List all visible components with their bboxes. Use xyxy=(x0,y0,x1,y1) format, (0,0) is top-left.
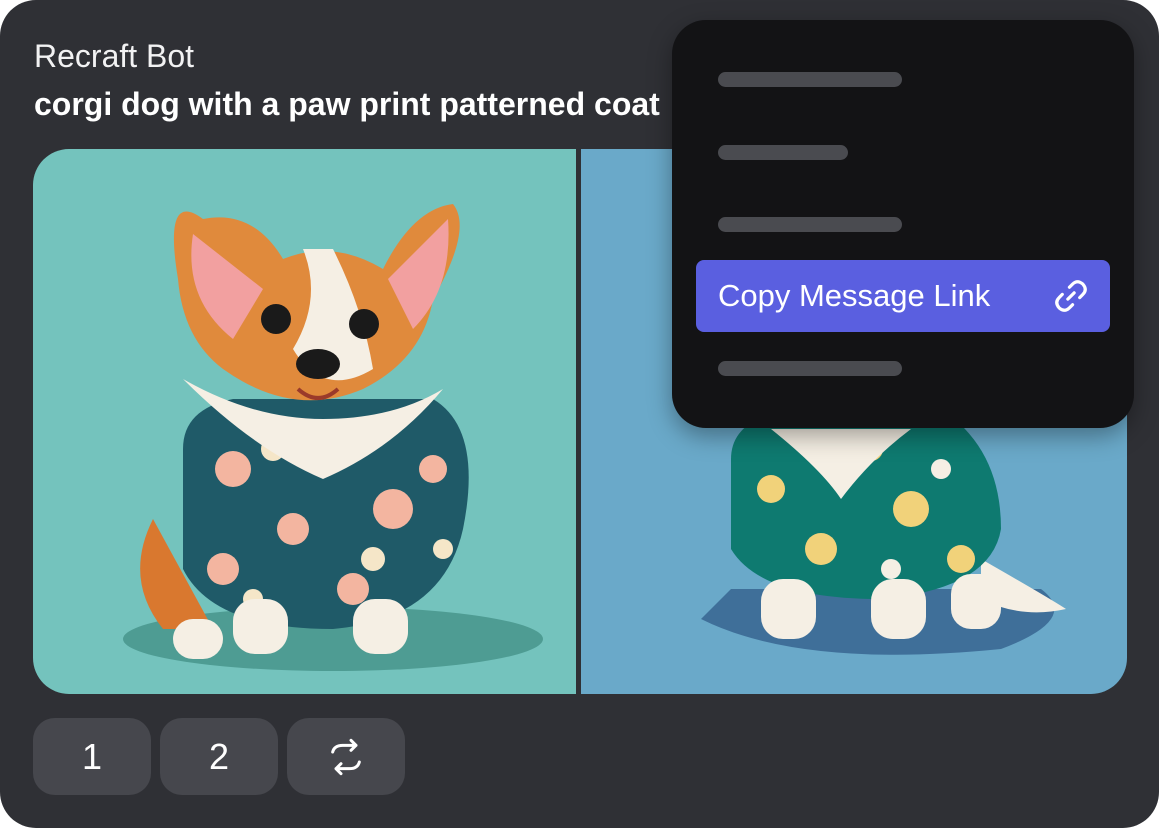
menu-item-placeholder[interactable] xyxy=(718,145,848,160)
message-card: Recraft Bot corgi dog with a paw print p… xyxy=(0,0,1159,828)
context-menu: Copy Message Link xyxy=(672,20,1134,428)
copy-message-link-item[interactable]: Copy Message Link xyxy=(696,260,1110,332)
author-name: Recraft Bot xyxy=(34,38,195,74)
variant-2-button[interactable]: 2 xyxy=(160,718,278,795)
generated-image-1[interactable] xyxy=(33,149,576,694)
prompt-text: corgi dog with a paw print patterned coa… xyxy=(34,86,660,122)
variant-1-button[interactable]: 1 xyxy=(33,718,151,795)
link-icon xyxy=(1055,280,1087,312)
regenerate-button[interactable] xyxy=(287,718,405,795)
refresh-icon xyxy=(331,738,361,775)
menu-item-placeholder[interactable] xyxy=(718,361,902,376)
corgi-illustration-1 xyxy=(123,204,543,671)
menu-item-placeholder[interactable] xyxy=(718,72,902,87)
menu-item-placeholder[interactable] xyxy=(718,217,902,232)
menu-item-label: Copy Message Link xyxy=(718,278,991,313)
